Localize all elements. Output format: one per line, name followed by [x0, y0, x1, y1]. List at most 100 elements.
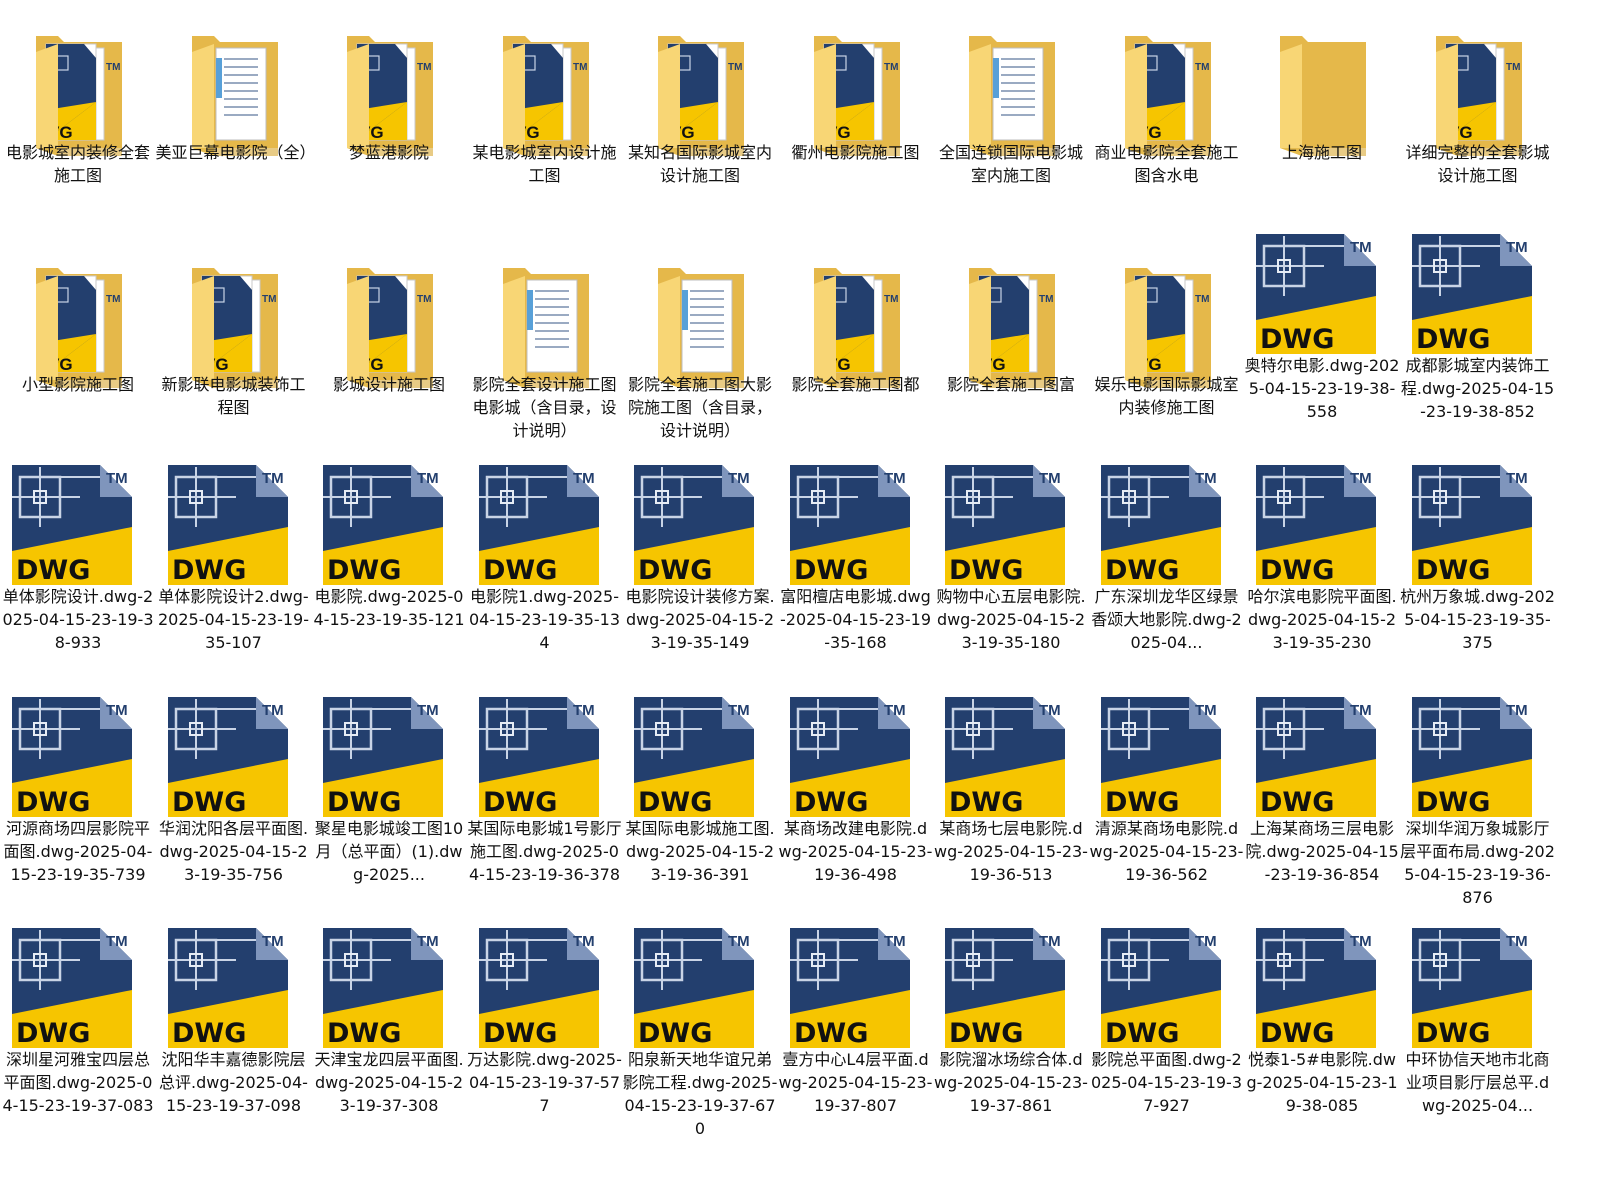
dwg-file-item[interactable]: DWG TM 电影院设计装修方案.dwg-2025-04-15-23-19-35… — [622, 463, 778, 701]
item-label: 某商场七层电影院.dwg-2025-04-15-23-19-36-513 — [934, 818, 1088, 884]
dwg-file-item[interactable]: DWG TM 深圳华润万象城影厅层平面布局.dwg-2025-04-15-23-… — [1400, 695, 1556, 933]
dwg-file-icon: DWG TM — [622, 696, 778, 833]
dwg-file-icon: DWG TM — [0, 465, 156, 601]
dwg-file-item[interactable]: DWG TM 奥特尔电影.dwg-2025-04-15-23-19-38-558 — [1244, 232, 1400, 470]
folder-icon — [467, 250, 623, 388]
folder-item[interactable]: VG TM 娱乐电影国际影城室内装修施工图 — [1089, 232, 1245, 470]
dwg-file-item[interactable]: DWG TM 某国际电影城1号影厅施工图.dwg-2025-04-15-23-1… — [467, 695, 623, 933]
dwg-file-icon: DWG TM — [1089, 696, 1245, 833]
item-label: 壹方中心L4层平面.dwg-2025-04-15-23-19-37-807 — [778, 1050, 933, 1115]
dwg-file-icon: DWG TM — [622, 928, 778, 1064]
svg-text:DWG: DWG — [1416, 324, 1490, 355]
folder-item[interactable]: VG TM 梦蓝港影院 — [311, 0, 467, 238]
item-label: 娱乐电影国际影城室内装修施工图 — [1094, 374, 1239, 417]
folder-item[interactable]: VG TM 详细完整的全套影城设计施工图 — [1400, 0, 1556, 238]
svg-text:TM: TM — [884, 62, 898, 73]
item-label: 奥特尔电影.dwg-2025-04-15-23-19-38-558 — [1244, 355, 1400, 421]
dwg-file-item[interactable]: DWG TM 某国际电影城施工图.dwg-2025-04-15-23-19-36… — [622, 695, 778, 933]
dwg-file-item[interactable]: DWG TM 电影院.dwg-2025-04-15-23-19-35-121 — [311, 463, 467, 701]
svg-text:DWG: DWG — [1260, 555, 1334, 586]
svg-text:TM: TM — [106, 702, 128, 719]
dwg-file-item[interactable]: DWG TM 某商场改建电影院.dwg-2025-04-15-23-19-36-… — [778, 695, 934, 933]
folder-item[interactable]: 美亚巨幕电影院（全） — [155, 0, 316, 238]
svg-text:TM: TM — [728, 470, 750, 487]
folder-item[interactable]: VG TM 商业电影院全套施工图含水电 — [1089, 0, 1245, 238]
svg-text:TM: TM — [1039, 702, 1061, 719]
svg-text:DWG: DWG — [638, 555, 712, 586]
svg-text:DWG: DWG — [1416, 787, 1490, 818]
item-label: 华润沈阳各层平面图.dwg-2025-04-15-23-19-35-756 — [158, 818, 309, 884]
dwg-file-icon: DWG TM — [0, 928, 156, 1064]
svg-text:DWG: DWG — [794, 555, 868, 586]
item-label: 购物中心五层电影院.dwg-2025-04-15-23-19-35-180 — [936, 587, 1086, 652]
item-label: 商业电影院全套施工图含水电 — [1094, 143, 1239, 185]
dwg-file-item[interactable]: DWG TM 电影院1.dwg-2025-04-15-23-19-35-134 — [467, 463, 623, 701]
dwg-file-item[interactable]: DWG TM 成都影城室内装饰工程.dwg-2025-04-15-23-19-3… — [1400, 232, 1556, 470]
dwg-file-item[interactable]: DWG TM 深圳星河雅宝四层总平面图.dwg-2025-04-15-23-19… — [0, 926, 156, 1164]
item-label: 上海施工图 — [1281, 143, 1362, 162]
folder-item[interactable]: 影院全套设计施工图电影城（含目录，设计说明） — [467, 232, 623, 470]
dwg-file-item[interactable]: DWG TM 影院溜冰场综合体.dwg-2025-04-15-23-19-37-… — [933, 926, 1089, 1164]
folder-item[interactable]: 全国连锁国际电影城室内施工图 — [933, 0, 1089, 238]
dwg-file-item[interactable]: DWG TM 购物中心五层电影院.dwg-2025-04-15-23-19-35… — [933, 463, 1089, 701]
item-label: 中环协信天地市北商业项目影厅层总平.dwg-2025-04... — [1405, 1050, 1550, 1115]
svg-text:DWG: DWG — [638, 787, 712, 818]
folder-item[interactable]: VG TM 电影城室内装修全套施工图 — [0, 0, 156, 238]
svg-text:DWG: DWG — [172, 555, 246, 586]
item-label: 哈尔滨电影院平面图.dwg-2025-04-15-23-19-35-230 — [1247, 587, 1397, 652]
svg-text:DWG: DWG — [1105, 1018, 1179, 1049]
svg-text:DWG: DWG — [949, 555, 1023, 586]
folder-item[interactable]: 影院全套施工图大影院施工图（含目录，设计说明） — [622, 232, 778, 470]
dwg-file-item[interactable]: DWG TM 单体影院设计.dwg-2025-04-15-23-19-38-93… — [0, 463, 156, 701]
dwg-file-item[interactable]: DWG TM 杭州万象城.dwg-2025-04-15-23-19-35-375 — [1400, 463, 1556, 701]
item-label: 沈阳华丰嘉德影院层总评.dwg-2025-04-15-23-19-37-098 — [159, 1050, 308, 1115]
folder-item[interactable]: VG TM 影城设计施工图 — [311, 232, 467, 470]
folder-item[interactable]: 上海施工图 — [1244, 0, 1400, 238]
dwg-file-icon: DWG TM — [933, 465, 1089, 601]
dwg-file-item[interactable]: DWG TM 河源商场四层影院平面图.dwg-2025-04-15-23-19-… — [0, 695, 156, 933]
dwg-file-item[interactable]: DWG TM 某商场七层电影院.dwg-2025-04-15-23-19-36-… — [933, 695, 1089, 933]
dwg-file-icon: DWG TM — [1244, 233, 1400, 370]
svg-text:DWG: DWG — [794, 1018, 868, 1049]
dwg-file-item[interactable]: DWG TM 广东深圳龙华区绿景香颂大地影院.dwg-2025-04... — [1089, 463, 1245, 701]
dwg-file-item[interactable]: DWG TM 清源某商场电影院.dwg-2025-04-15-23-19-36-… — [1089, 695, 1245, 933]
item-label: 影院全套设计施工图电影城（含目录，设计说明） — [472, 374, 617, 440]
dwg-file-item[interactable]: DWG TM 壹方中心L4层平面.dwg-2025-04-15-23-19-37… — [778, 926, 934, 1164]
dwg-file-icon: DWG TM — [1400, 465, 1556, 601]
folder-icon: VG TM — [0, 18, 156, 156]
svg-text:DWG: DWG — [172, 1018, 246, 1049]
item-label: 影院全套施工图富 — [946, 374, 1075, 394]
dwg-file-item[interactable]: DWG TM 阳泉新天地华谊兄弟影院工程.dwg-2025-04-15-23-1… — [622, 926, 778, 1164]
folder-item[interactable]: VG TM 影院全套施工图富 — [933, 232, 1089, 470]
item-label: 美亚巨幕电影院（全） — [155, 143, 316, 162]
dwg-file-icon: DWG TM — [311, 696, 467, 833]
svg-text:DWG: DWG — [1416, 555, 1490, 586]
folder-item[interactable]: VG TM 新影联电影城装饰工程图 — [156, 232, 312, 470]
folder-item[interactable]: VG TM 某知名国际影城室内设计施工图 — [622, 0, 778, 238]
folder-item[interactable]: VG TM 小型影院施工图 — [0, 232, 156, 470]
dwg-file-item[interactable]: DWG TM 单体影院设计2.dwg-2025-04-15-23-19-35-1… — [156, 463, 312, 701]
svg-text:TM: TM — [417, 294, 431, 305]
dwg-file-item[interactable]: DWG TM 悦泰1-5#电影院.dwg-2025-04-15-23-19-38… — [1244, 926, 1400, 1164]
dwg-file-item[interactable]: DWG TM 天津宝龙四层平面图.dwg-2025-04-15-23-19-37… — [311, 926, 467, 1164]
dwg-file-item[interactable]: DWG TM 万达影院.dwg-2025-04-15-23-19-37-577 — [467, 926, 623, 1164]
item-label: 上海某商场三层电影院.dwg-2025-04-15-23-19-36-854 — [1245, 818, 1399, 884]
dwg-file-item[interactable]: DWG TM 哈尔滨电影院平面图.dwg-2025-04-15-23-19-35… — [1244, 463, 1400, 701]
dwg-file-icon: DWG TM — [467, 928, 623, 1064]
folder-item[interactable]: VG TM 某电影城室内设计施工图 — [467, 0, 623, 238]
folder-item[interactable]: VG TM 影院全套施工图都 — [778, 232, 934, 470]
dwg-file-item[interactable]: DWG TM 富阳檀店电影城.dwg-2025-04-15-23-19-35-1… — [778, 463, 934, 701]
item-label: 单体影院设计2.dwg-2025-04-15-23-19-35-107 — [157, 587, 310, 652]
dwg-file-item[interactable]: DWG TM 影院总平面图.dwg-2025-04-15-23-19-37-92… — [1089, 926, 1245, 1164]
dwg-file-item[interactable]: DWG TM 上海某商场三层电影院.dwg-2025-04-15-23-19-3… — [1244, 695, 1400, 933]
item-label: 深圳星河雅宝四层总平面图.dwg-2025-04-15-23-19-37-083 — [2, 1050, 154, 1115]
item-label: 影院全套施工图都 — [791, 374, 920, 394]
folder-item[interactable]: VG TM 衢州电影院施工图 — [778, 0, 934, 238]
dwg-file-item[interactable]: DWG TM 聚星电影城竣工图10月（总平面）(1).dwg-2025... — [311, 695, 467, 933]
folder-icon: VG TM — [311, 18, 467, 156]
dwg-file-item[interactable]: DWG TM 华润沈阳各层平面图.dwg-2025-04-15-23-19-35… — [156, 695, 312, 933]
svg-text:TM: TM — [106, 470, 128, 487]
dwg-file-item[interactable]: DWG TM 沈阳华丰嘉德影院层总评.dwg-2025-04-15-23-19-… — [156, 926, 312, 1164]
dwg-file-item[interactable]: DWG TM 中环协信天地市北商业项目影厅层总平.dwg-2025-04... — [1400, 926, 1556, 1164]
svg-text:TM: TM — [1506, 239, 1528, 256]
